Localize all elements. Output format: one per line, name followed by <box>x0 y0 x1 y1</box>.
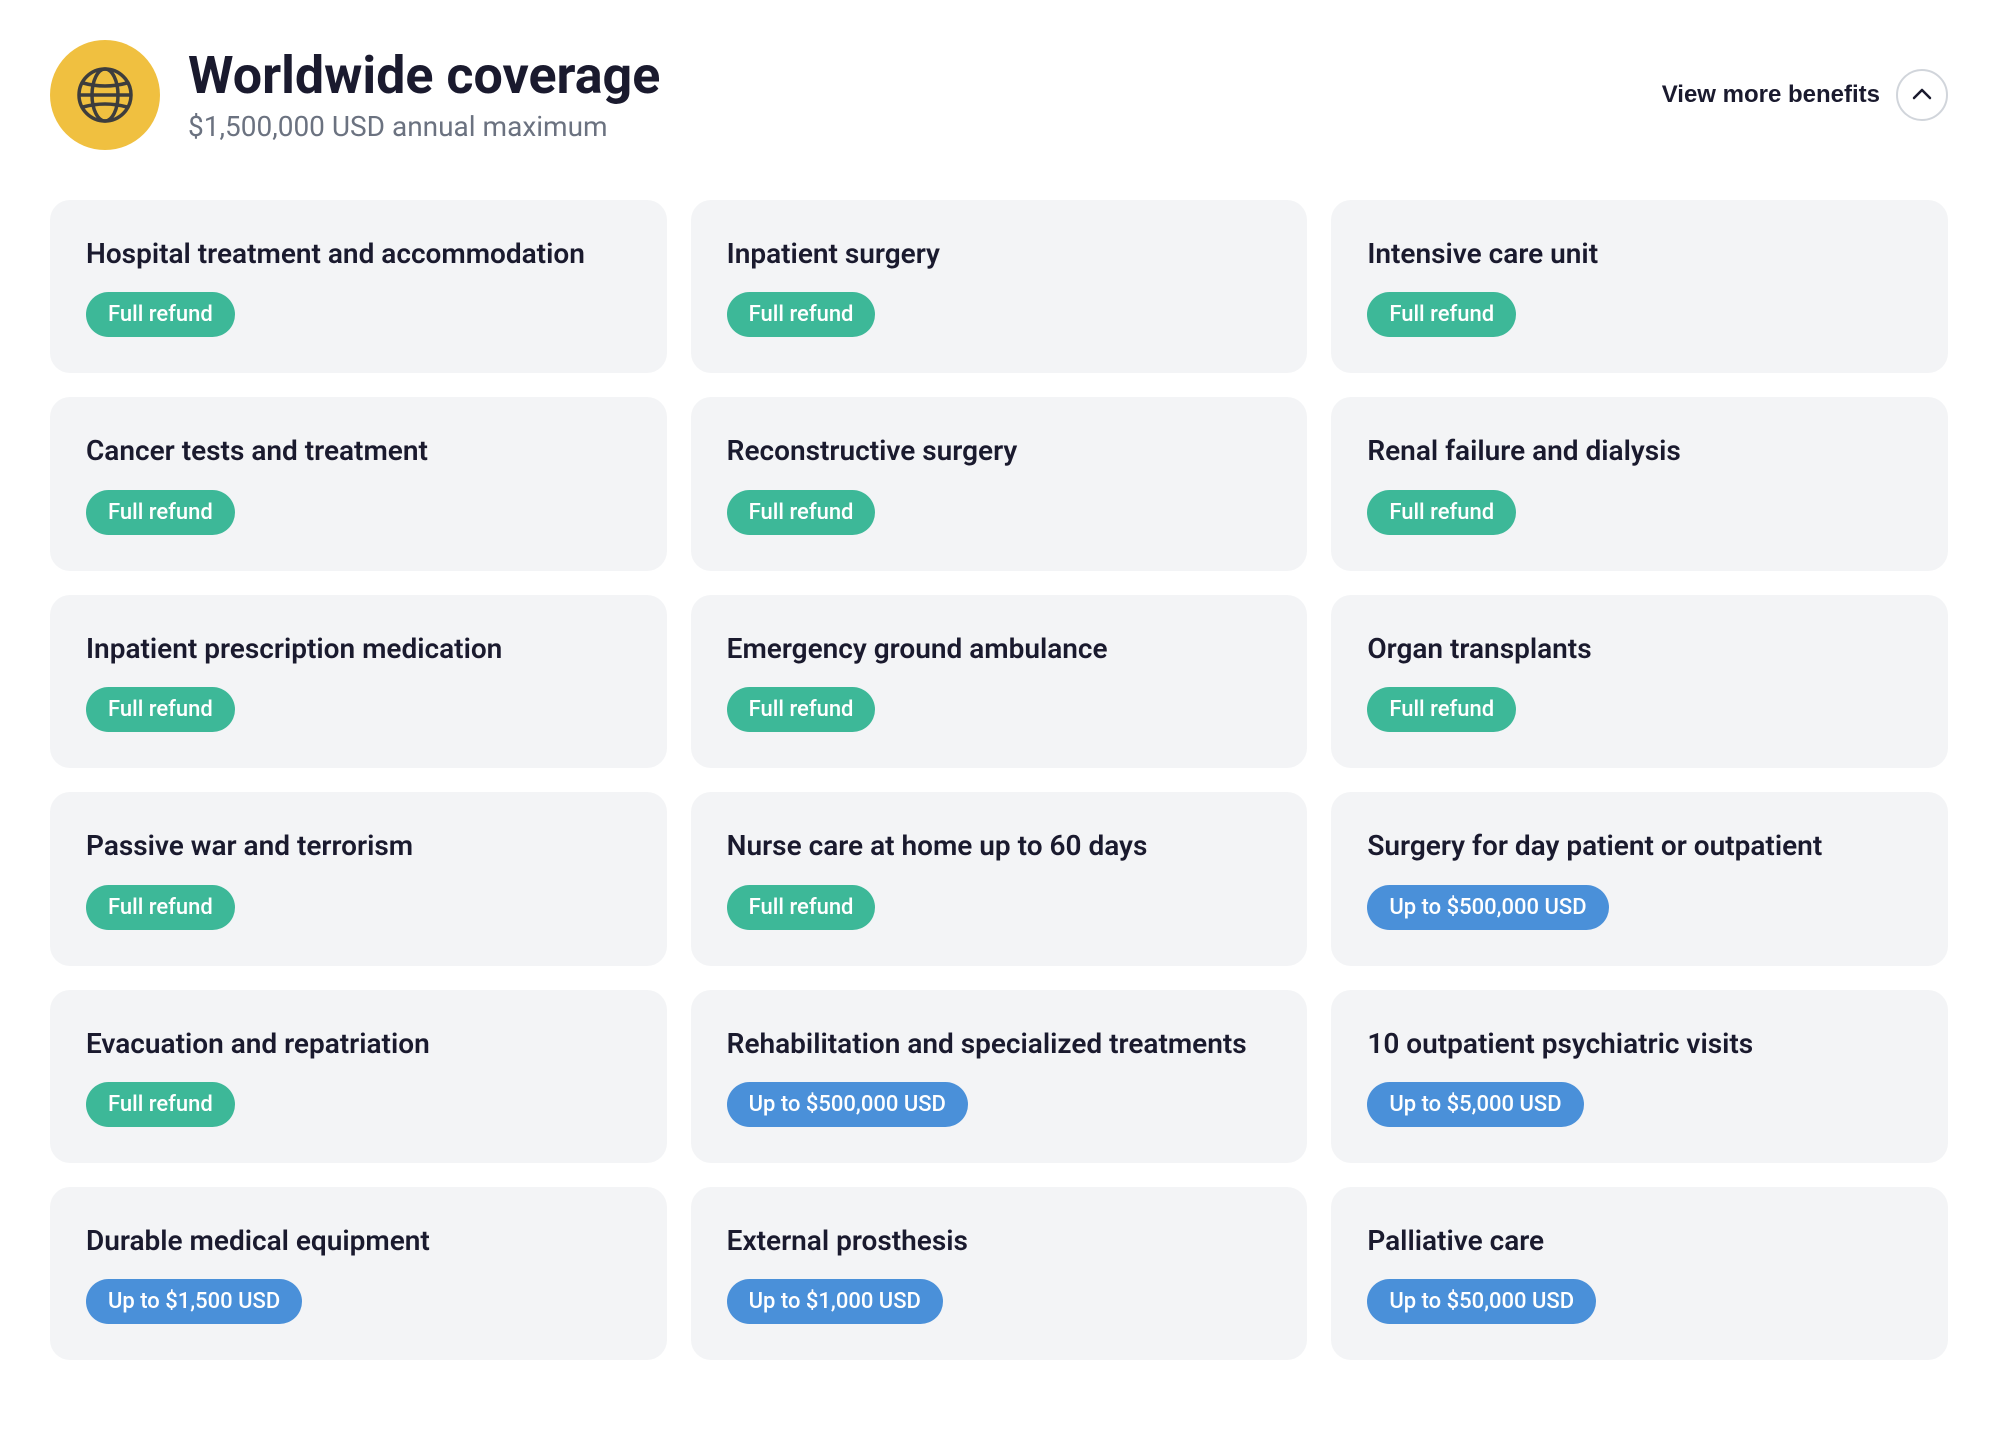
card-title-rehabilitation: Rehabilitation and specialized treatment… <box>727 1026 1272 1062</box>
card-badge-evacuation-repatriation: Full refund <box>86 1082 235 1127</box>
card-title-nurse-care: Nurse care at home up to 60 days <box>727 828 1272 864</box>
card-title-external-prosthesis: External prosthesis <box>727 1223 1272 1259</box>
card-badge-rehabilitation: Up to $500,000 USD <box>727 1082 968 1127</box>
card-badge-renal-failure: Full refund <box>1367 490 1516 535</box>
view-more-button[interactable]: View more benefits <box>1662 81 1880 109</box>
card-reconstructive-surgery: Reconstructive surgery Full refund <box>691 397 1308 570</box>
card-emergency-ambulance: Emergency ground ambulance Full refund <box>691 595 1308 768</box>
header-right: View more benefits <box>1662 69 1948 121</box>
card-intensive-care-unit: Intensive care unit Full refund <box>1331 200 1948 373</box>
card-rehabilitation: Rehabilitation and specialized treatment… <box>691 990 1308 1163</box>
card-organ-transplants: Organ transplants Full refund <box>1331 595 1948 768</box>
card-renal-failure: Renal failure and dialysis Full refund <box>1331 397 1948 570</box>
card-title-organ-transplants: Organ transplants <box>1367 631 1912 667</box>
card-inpatient-surgery: Inpatient surgery Full refund <box>691 200 1308 373</box>
page-title: Worldwide coverage <box>188 47 660 104</box>
card-badge-reconstructive-surgery: Full refund <box>727 490 876 535</box>
globe-svg <box>73 63 137 127</box>
card-surgery-day-patient: Surgery for day patient or outpatient Up … <box>1331 792 1948 965</box>
page-subtitle: $1,500,000 USD annual maximum <box>188 110 660 143</box>
page-header: Worldwide coverage $1,500,000 USD annual… <box>50 40 1948 150</box>
card-title-hospital-treatment: Hospital treatment and accommodation <box>86 236 631 272</box>
card-passive-war: Passive war and terrorism Full refund <box>50 792 667 965</box>
card-badge-inpatient-surgery: Full refund <box>727 292 876 337</box>
header-text: Worldwide coverage $1,500,000 USD annual… <box>188 47 660 143</box>
card-title-palliative-care: Palliative care <box>1367 1223 1912 1259</box>
card-title-durable-medical: Durable medical equipment <box>86 1223 631 1259</box>
card-title-reconstructive-surgery: Reconstructive surgery <box>727 433 1272 469</box>
card-title-inpatient-prescription: Inpatient prescription medication <box>86 631 631 667</box>
card-nurse-care: Nurse care at home up to 60 days Full ref… <box>691 792 1308 965</box>
card-badge-cancer-tests: Full refund <box>86 490 235 535</box>
card-cancer-tests: Cancer tests and treatment Full refund <box>50 397 667 570</box>
card-badge-organ-transplants: Full refund <box>1367 687 1516 732</box>
card-badge-external-prosthesis: Up to $1,000 USD <box>727 1279 943 1324</box>
card-badge-inpatient-prescription: Full refund <box>86 687 235 732</box>
card-badge-surgery-day-patient: Up to $500,000 USD <box>1367 885 1608 930</box>
card-title-intensive-care-unit: Intensive care unit <box>1367 236 1912 272</box>
card-badge-emergency-ambulance: Full refund <box>727 687 876 732</box>
card-outpatient-psychiatric: 10 outpatient psychiatric visits Up to $5… <box>1331 990 1948 1163</box>
card-title-renal-failure: Renal failure and dialysis <box>1367 433 1912 469</box>
collapse-button[interactable] <box>1896 69 1948 121</box>
chevron-up-icon <box>1910 83 1934 107</box>
card-title-outpatient-psychiatric: 10 outpatient psychiatric visits <box>1367 1026 1912 1062</box>
card-badge-durable-medical: Up to $1,500 USD <box>86 1279 302 1324</box>
card-title-surgery-day-patient: Surgery for day patient or outpatient <box>1367 828 1912 864</box>
card-hospital-treatment: Hospital treatment and accommodation Full… <box>50 200 667 373</box>
card-palliative-care: Palliative care Up to $50,000 USD <box>1331 1187 1948 1360</box>
card-badge-outpatient-psychiatric: Up to $5,000 USD <box>1367 1082 1583 1127</box>
card-badge-palliative-care: Up to $50,000 USD <box>1367 1279 1596 1324</box>
card-badge-hospital-treatment: Full refund <box>86 292 235 337</box>
card-title-emergency-ambulance: Emergency ground ambulance <box>727 631 1272 667</box>
card-badge-nurse-care: Full refund <box>727 885 876 930</box>
card-evacuation-repatriation: Evacuation and repatriation Full refund <box>50 990 667 1163</box>
card-badge-passive-war: Full refund <box>86 885 235 930</box>
card-title-passive-war: Passive war and terrorism <box>86 828 631 864</box>
card-durable-medical: Durable medical equipment Up to $1,500 US… <box>50 1187 667 1360</box>
card-external-prosthesis: External prosthesis Up to $1,000 USD <box>691 1187 1308 1360</box>
card-inpatient-prescription: Inpatient prescription medication Full re… <box>50 595 667 768</box>
benefits-grid: Hospital treatment and accommodation Full… <box>50 200 1948 1360</box>
header-left: Worldwide coverage $1,500,000 USD annual… <box>50 40 660 150</box>
globe-icon <box>50 40 160 150</box>
card-title-evacuation-repatriation: Evacuation and repatriation <box>86 1026 631 1062</box>
card-title-cancer-tests: Cancer tests and treatment <box>86 433 631 469</box>
card-title-inpatient-surgery: Inpatient surgery <box>727 236 1272 272</box>
card-badge-intensive-care-unit: Full refund <box>1367 292 1516 337</box>
